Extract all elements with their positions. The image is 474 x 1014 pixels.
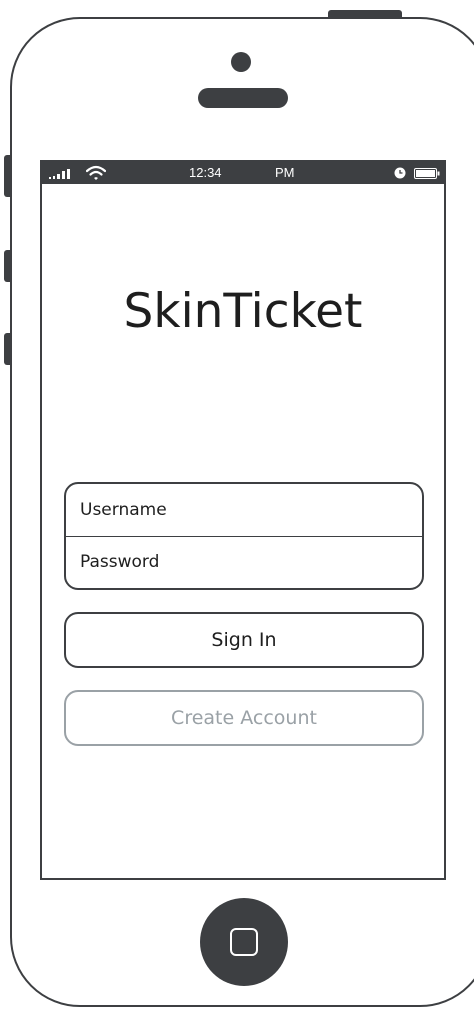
wifi-icon xyxy=(86,165,106,180)
create-account-button[interactable]: Create Account xyxy=(64,690,424,746)
login-form xyxy=(64,482,424,590)
username-input[interactable] xyxy=(66,484,422,536)
phone-screen: 12:34 PM SkinTicket Sign In Create Accou… xyxy=(40,160,446,880)
sign-in-button[interactable]: Sign In xyxy=(64,612,424,668)
status-ampm: PM xyxy=(275,165,295,180)
battery-icon xyxy=(414,168,440,179)
password-input[interactable] xyxy=(66,536,422,588)
status-bar: 12:34 PM xyxy=(42,162,444,184)
status-time: 12:34 xyxy=(189,165,222,180)
signal-bars-icon xyxy=(49,169,70,179)
home-button[interactable] xyxy=(200,898,288,986)
front-camera xyxy=(231,52,251,72)
earpiece-speaker xyxy=(198,88,288,108)
app-title: SkinTicket xyxy=(123,284,363,339)
mockup-canvas: 12:34 PM SkinTicket Sign In Create Accou… xyxy=(0,0,474,1014)
home-square-icon xyxy=(230,928,258,956)
clock-icon xyxy=(394,167,406,179)
